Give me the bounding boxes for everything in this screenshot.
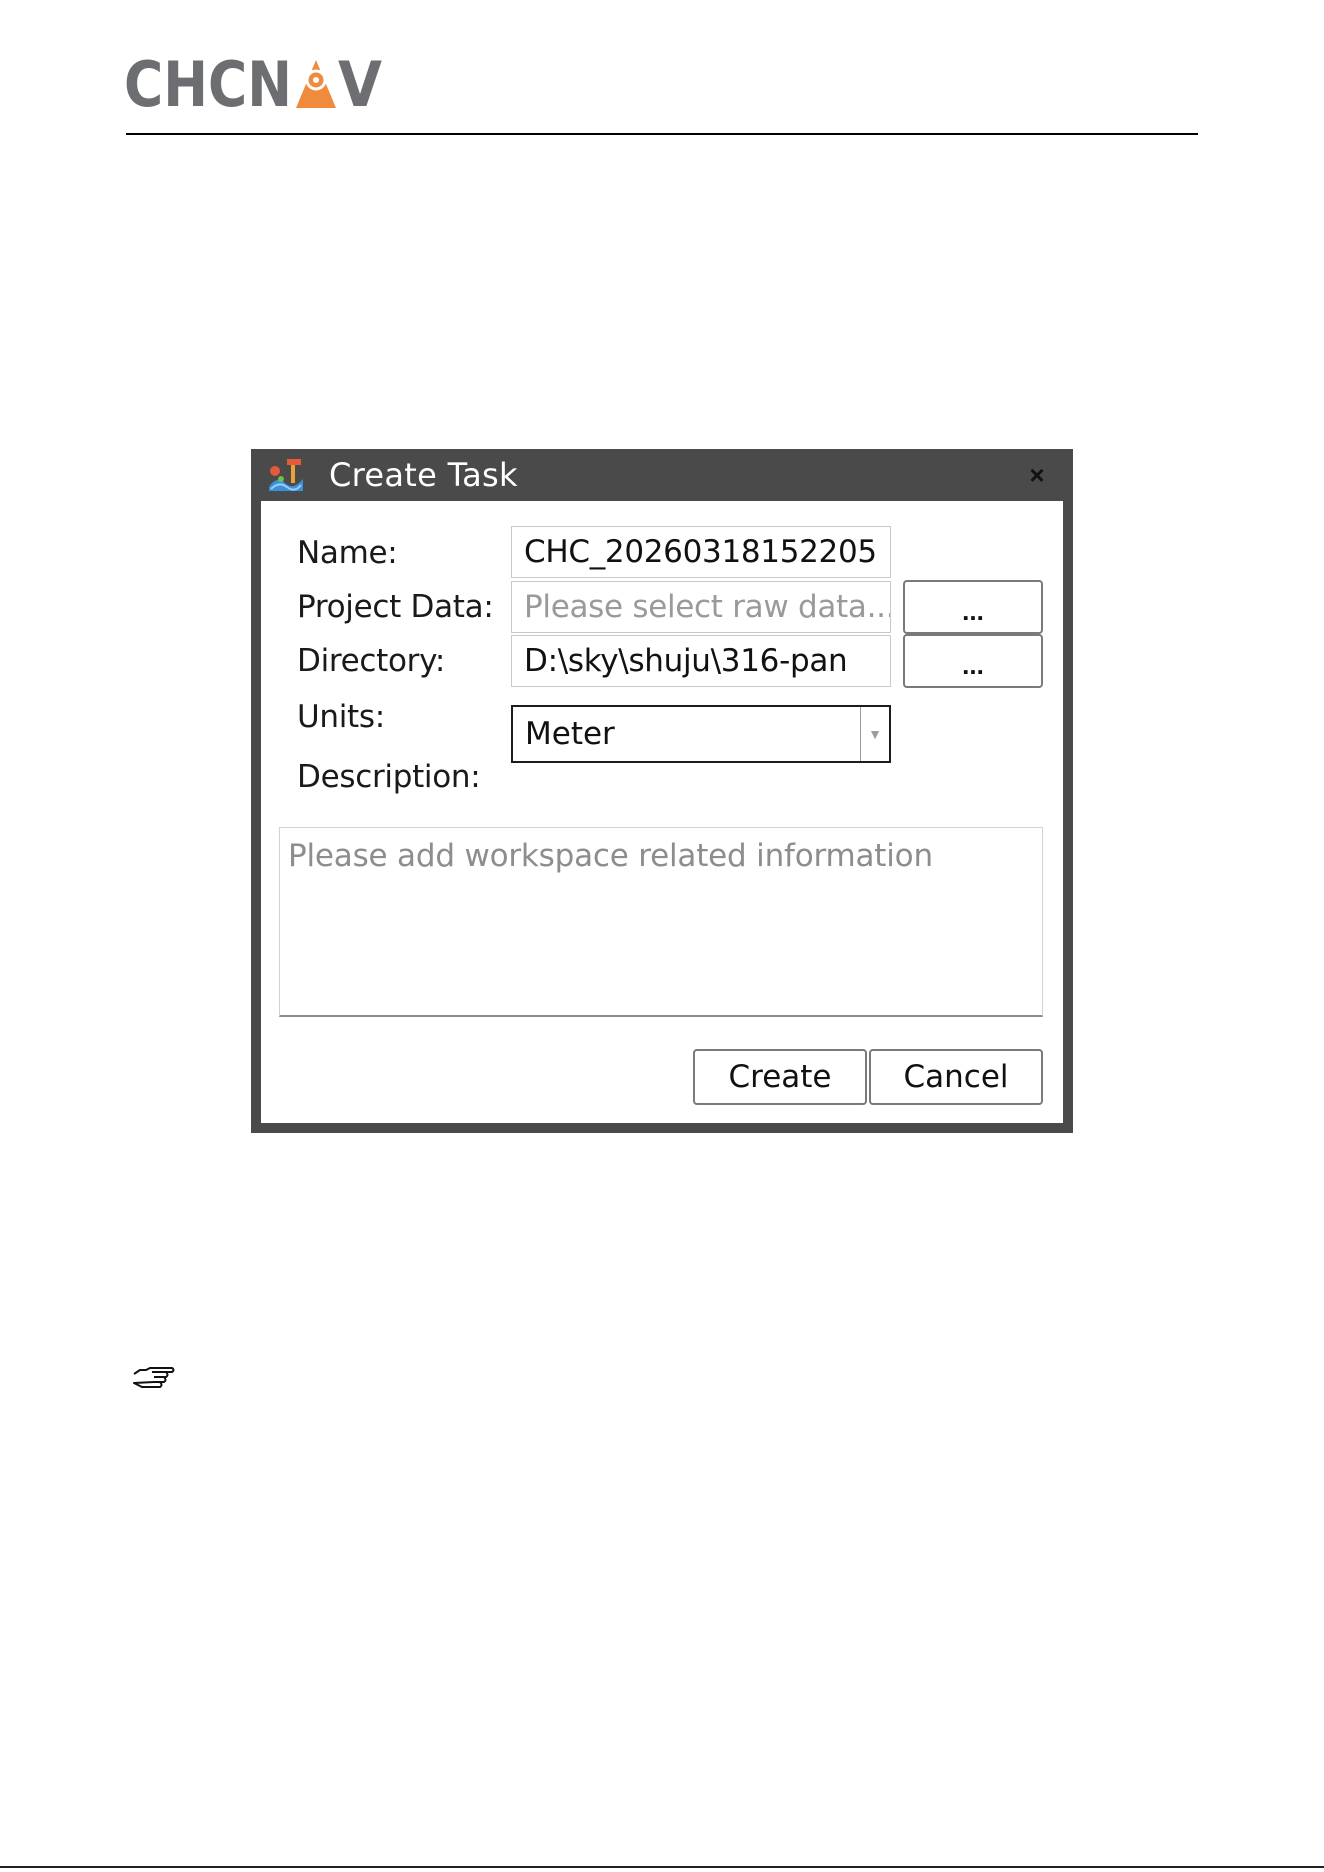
logo-graphic: CHCN V	[124, 56, 382, 112]
description-label: Description:	[297, 759, 481, 795]
units-select[interactable]: Meter ▼	[511, 705, 891, 763]
directory-input[interactable]: D:\sky\shuju\316-pan	[511, 635, 891, 687]
task-app-icon	[265, 457, 307, 495]
create-task-dialog: Create Task × Name: CHC_20260318152205 P…	[251, 449, 1073, 1133]
description-textarea[interactable]: Please add workspace related information	[279, 827, 1043, 1017]
project-data-browse-button[interactable]: ...	[903, 580, 1043, 634]
svg-text:CHCN: CHCN	[124, 56, 292, 112]
close-icon[interactable]: ×	[1023, 461, 1051, 489]
name-label: Name:	[297, 535, 398, 571]
dialog-title: Create Task	[329, 456, 518, 494]
location-pin-icon	[296, 60, 336, 108]
project-data-input[interactable]: Please select raw data...	[511, 581, 891, 633]
footer-divider	[0, 1866, 1324, 1868]
name-input[interactable]: CHC_20260318152205	[511, 526, 891, 578]
header-divider	[126, 133, 1198, 135]
units-label: Units:	[297, 699, 385, 735]
cancel-button[interactable]: Cancel	[869, 1049, 1043, 1105]
dialog-titlebar[interactable]: Create Task ×	[251, 449, 1073, 501]
svg-text:V: V	[338, 56, 382, 112]
directory-browse-button[interactable]: ...	[903, 634, 1043, 688]
directory-label: Directory:	[297, 643, 446, 679]
project-data-label: Project Data:	[297, 589, 494, 625]
pointing-hand-icon	[132, 1366, 176, 1394]
create-button[interactable]: Create	[693, 1049, 867, 1105]
chcnav-logo: CHCN V	[124, 56, 384, 112]
chevron-down-icon[interactable]: ▼	[860, 707, 889, 761]
dialog-body: Name: CHC_20260318152205 Project Data: P…	[261, 501, 1063, 1123]
units-selected-value: Meter	[525, 716, 615, 752]
